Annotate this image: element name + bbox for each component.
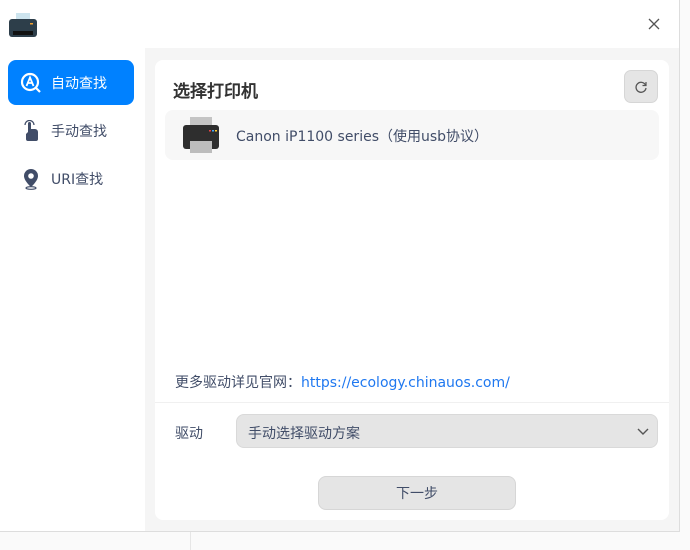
auto-search-icon bbox=[20, 72, 41, 93]
more-drivers-text: 更多驱动详见官网：https://ecology.chinauos.com/ bbox=[175, 372, 510, 392]
close-icon[interactable] bbox=[644, 14, 664, 34]
sidebar-item-auto-search[interactable]: 自动查找 bbox=[8, 60, 134, 105]
driver-select[interactable]: 手动选择驱动方案 bbox=[236, 414, 658, 448]
sidebar-item-label: 自动查找 bbox=[51, 75, 107, 92]
sidebar-item-label: URI查找 bbox=[51, 171, 104, 188]
printer-selection-panel: 选择打印机 Canon iP1100 series（使用usb协议） 更多驱动详… bbox=[155, 60, 669, 520]
sidebar-item-label: 手动查找 bbox=[51, 123, 107, 140]
printer-icon bbox=[183, 117, 219, 153]
hand-pointer-icon bbox=[24, 119, 38, 141]
refresh-button[interactable] bbox=[624, 70, 658, 103]
page-title: 选择打印机 bbox=[173, 82, 258, 102]
chevron-down-icon bbox=[637, 428, 649, 435]
background-divider bbox=[190, 532, 191, 550]
titlebar bbox=[0, 0, 679, 48]
divider bbox=[155, 402, 669, 403]
sidebar: 自动查找 手动查找 URI查找 bbox=[0, 48, 145, 531]
driver-select-value: 手动选择驱动方案 bbox=[248, 426, 360, 442]
sidebar-item-uri-search[interactable]: URI查找 bbox=[8, 156, 134, 201]
printer-name: Canon iP1100 series（使用usb协议） bbox=[236, 129, 489, 145]
printer-list-item[interactable]: Canon iP1100 series（使用usb协议） bbox=[165, 110, 659, 160]
sidebar-item-manual-search[interactable]: 手动查找 bbox=[8, 108, 134, 153]
refresh-icon bbox=[635, 81, 647, 93]
location-pin-icon bbox=[24, 168, 38, 190]
official-site-link[interactable]: https://ecology.chinauos.com/ bbox=[301, 375, 510, 391]
add-printer-window: 自动查找 手动查找 URI查找 选择打印机 Canon iP1100 serie… bbox=[0, 0, 680, 532]
driver-label: 驱动 bbox=[175, 426, 203, 442]
printer-app-icon bbox=[9, 13, 37, 37]
more-drivers-label: 更多驱动详见官网： bbox=[175, 375, 301, 391]
next-button[interactable]: 下一步 bbox=[318, 476, 516, 510]
